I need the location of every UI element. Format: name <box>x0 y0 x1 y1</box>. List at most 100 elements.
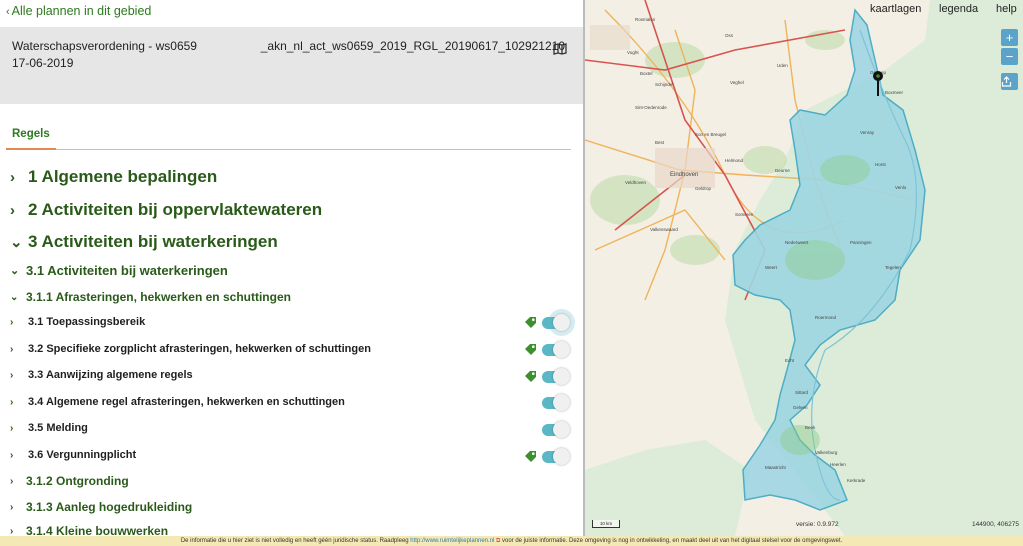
map-view[interactable]: Rosmalen Vught Boxtel Sint-Oedenrode Veg… <box>585 0 1023 536</box>
map-place-label: Valkenswaard <box>650 227 678 232</box>
map-place-label: Panningen <box>850 240 872 245</box>
tag-icon[interactable] <box>524 316 538 330</box>
chevron-right-icon: › <box>10 475 14 487</box>
map-place-label: Helmond <box>725 158 744 163</box>
article-controls <box>524 448 570 465</box>
chevron-right-icon: › <box>10 168 15 186</box>
map-place-label: Tegelen <box>885 265 901 270</box>
chevron-down-icon: ⌄ <box>10 291 19 303</box>
export-icon <box>1001 76 1012 87</box>
map-place-label: Deurne <box>775 168 790 173</box>
map-place-label: Veldhoven <box>625 180 647 185</box>
toc-item-3-1-3[interactable]: › 3.1.3 Aanleg hogedrukleiding <box>10 500 192 514</box>
toc-article-3-3[interactable]: › 3.3 Aanwijzing algemene regels <box>10 369 193 381</box>
toc-article-3-6[interactable]: › 3.6 Vergunningplicht <box>10 449 136 461</box>
map-place-label: Nederweert <box>785 240 809 245</box>
map-place-label: Vught <box>627 50 639 55</box>
map-place-label: Valkenburg <box>815 450 838 455</box>
tab-divider <box>6 149 571 150</box>
map-place-label: Venlo <box>895 185 907 190</box>
tab-regels[interactable]: Regels <box>12 128 50 140</box>
toc-article-3-5[interactable]: › 3.5 Melding <box>10 422 88 434</box>
legenda-link[interactable]: legenda <box>939 3 978 15</box>
chevron-down-icon: ⌄ <box>10 234 23 251</box>
article-controls <box>542 421 570 438</box>
toc-item-3[interactable]: ⌄ 3 Activiteiten bij waterkeringen <box>10 232 278 252</box>
toc-item-3-1[interactable]: ⌄ 3.1 Activiteiten bij waterkeringen <box>10 263 228 278</box>
map-place-label: Heerlen <box>830 462 846 467</box>
article-controls <box>542 394 570 411</box>
chevron-right-icon: › <box>10 316 14 328</box>
toc-article-3-1[interactable]: › 3.1 Toepassingsbereik <box>10 316 145 328</box>
toggle-switch[interactable] <box>542 394 570 411</box>
chevron-down-icon: ⌄ <box>10 265 20 277</box>
toc-article-3-2[interactable]: › 3.2 Specifieke zorgplicht afrasteringen… <box>10 343 371 355</box>
article-controls <box>524 368 570 385</box>
toggle-switch[interactable] <box>542 448 570 465</box>
toc-item-3-1-4[interactable]: › 3.1.4 Kleine bouwwerken <box>10 524 168 536</box>
tab-active-indicator <box>6 148 56 150</box>
map-place-label: Schijndel <box>655 82 674 87</box>
toc-item-3-1-1[interactable]: ⌄ 3.1.1 Afrasteringen, hekwerken en schut… <box>10 290 291 304</box>
toggle-switch[interactable] <box>542 341 570 358</box>
toc-item-1[interactable]: › 1 Algemene bepalingen <box>10 167 217 187</box>
rules-panel: ‹ Alle plannen in dit gebied Waterschapsv… <box>0 0 583 536</box>
map-place-label: Roermond <box>815 315 837 320</box>
article-controls <box>524 341 570 358</box>
version-label: versie: 0.9.972 <box>796 521 839 528</box>
map-place-label: Beek <box>805 425 816 430</box>
external-link-icon: ⧉ <box>496 538 501 544</box>
chevron-right-icon: › <box>10 369 14 381</box>
map-place-label: Sittard <box>795 390 809 395</box>
chevron-right-icon: › <box>10 343 14 355</box>
map-place-label: Boxmeer <box>885 90 904 95</box>
map-place-label: Venray <box>860 130 875 135</box>
map-place-label: Boxtel <box>640 71 653 76</box>
chevron-right-icon: › <box>10 501 14 513</box>
toc-article-3-4[interactable]: › 3.4 Algemene regel afrasteringen, hekwe… <box>10 396 345 408</box>
coordinates-readout: 144900, 406275 <box>972 521 1019 528</box>
kaartlagen-link[interactable]: kaartlagen <box>870 3 921 15</box>
tag-icon[interactable] <box>524 450 538 464</box>
map-place-label: Weert <box>765 265 777 270</box>
toggle-switch[interactable] <box>542 368 570 385</box>
chevron-right-icon: › <box>10 449 14 461</box>
map-place-label: Eindhoven <box>670 172 699 178</box>
export-button[interactable] <box>1001 73 1018 90</box>
document-identifier: _akn_nl_act_ws0659_2019_RGL_20190617_102… <box>260 39 565 53</box>
chevron-right-icon: › <box>10 396 14 408</box>
chevron-right-icon: › <box>10 422 14 434</box>
map-place-label: Echt <box>785 358 795 363</box>
map-place-label: Oss <box>725 33 734 38</box>
location-pin-icon[interactable] <box>872 70 884 96</box>
tag-icon[interactable] <box>524 343 538 357</box>
map-place-label: Best <box>655 140 665 145</box>
map-place-label: Rosmalen <box>635 17 656 22</box>
help-link[interactable]: help <box>996 3 1017 15</box>
map-place-label: Kerkrade <box>847 478 866 483</box>
map-place-label: Someren <box>735 212 754 217</box>
chevron-right-icon: › <box>10 201 15 219</box>
map-place-label: Veghel <box>730 80 744 85</box>
zoom-in-button[interactable]: + <box>1001 29 1018 46</box>
map-place-label: Son en Breugel <box>695 132 727 137</box>
toc-item-3-1-2[interactable]: › 3.1.2 Ontgronding <box>10 474 129 488</box>
disclaimer-footer: De informatie die u hier ziet is niet vo… <box>0 536 1023 546</box>
chevron-right-icon: › <box>10 525 14 537</box>
toggle-switch[interactable] <box>542 314 570 331</box>
article-controls <box>524 314 570 331</box>
back-link[interactable]: ‹ Alle plannen in dit gebied <box>6 4 151 18</box>
tag-icon[interactable] <box>524 370 538 384</box>
toc-item-2[interactable]: › 2 Activiteiten bij oppervlaktewateren <box>10 200 322 220</box>
map-canvas[interactable] <box>585 0 1023 536</box>
zoom-out-button[interactable]: − <box>1001 48 1018 65</box>
map-place-label: Maastricht <box>765 465 786 470</box>
map-place-label: Geldrop <box>695 186 712 191</box>
map-place-label: Sint-Oedenrode <box>635 105 667 110</box>
document-title: Waterschapsverordening - ws0659 <box>12 39 197 53</box>
map-place-label: Uden <box>777 63 788 68</box>
chevron-left-icon: ‹ <box>6 6 10 18</box>
toggle-switch[interactable] <box>542 421 570 438</box>
document-date: 17-06-2019 <box>12 56 74 70</box>
ruimtelijkeplannen-link[interactable]: http://www.ruimtelijkeplannen.nl <box>410 538 494 544</box>
